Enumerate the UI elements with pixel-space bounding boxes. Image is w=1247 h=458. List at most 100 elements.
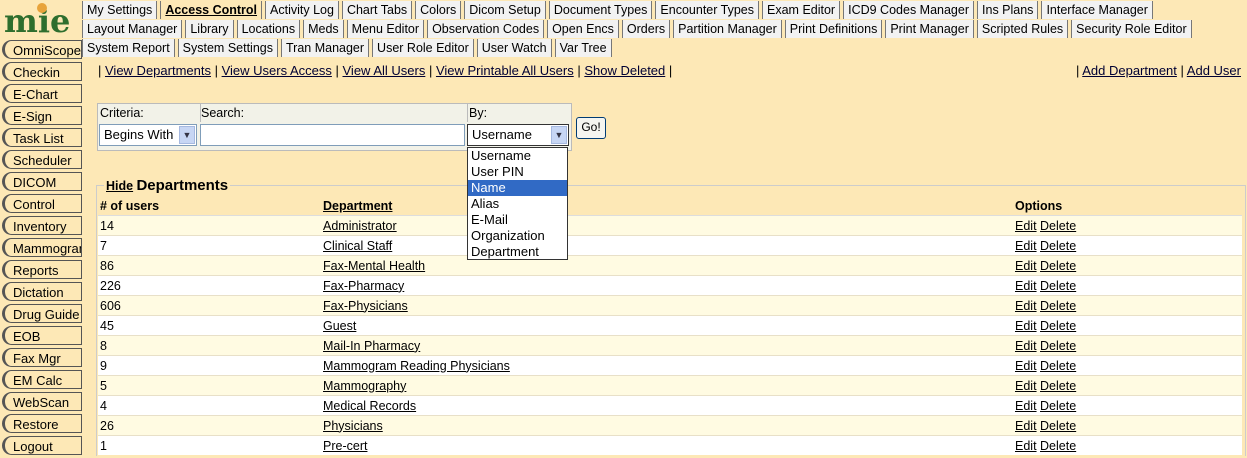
tab-meds[interactable]: Meds xyxy=(303,20,344,38)
delete-link[interactable]: Delete xyxy=(1040,219,1076,233)
delete-link[interactable]: Delete xyxy=(1040,299,1076,313)
delete-link[interactable]: Delete xyxy=(1040,359,1076,373)
criteria-select[interactable]: Begins With ▼ xyxy=(99,124,197,146)
tab-document-types[interactable]: Document Types xyxy=(548,1,653,19)
delete-link[interactable]: Delete xyxy=(1040,279,1076,293)
edit-link[interactable]: Edit xyxy=(1015,339,1037,353)
by-option-alias[interactable]: Alias xyxy=(468,196,567,212)
tab-chart-tabs[interactable]: Chart Tabs xyxy=(341,1,413,19)
tab-orders[interactable]: Orders xyxy=(621,20,671,38)
by-select[interactable]: Username ▼ xyxy=(467,124,569,146)
view-printable-all-users-link[interactable]: View Printable All Users xyxy=(436,63,574,78)
view-all-users-link[interactable]: View All Users xyxy=(343,63,426,78)
by-option-username[interactable]: Username xyxy=(468,148,567,164)
department-link[interactable]: Physicians xyxy=(323,419,383,433)
department-link[interactable]: Mammography xyxy=(323,379,406,393)
tab-access-control[interactable]: Access Control xyxy=(160,1,263,19)
tab-observation-codes[interactable]: Observation Codes xyxy=(427,20,545,38)
tab-icd9-codes-manager[interactable]: ICD9 Codes Manager xyxy=(843,1,975,19)
tab-user-role-editor[interactable]: User Role Editor xyxy=(372,39,474,57)
edit-link[interactable]: Edit xyxy=(1015,439,1037,453)
sidebar-item-logout[interactable]: Logout xyxy=(2,436,82,455)
tab-dicom-setup[interactable]: Dicom Setup xyxy=(464,1,546,19)
sidebar-item-mammogram[interactable]: Mammogram xyxy=(2,238,82,257)
department-link[interactable]: Clinical Staff xyxy=(323,239,392,253)
sidebar-item-webscan[interactable]: WebScan xyxy=(2,392,82,411)
tab-colors[interactable]: Colors xyxy=(415,1,462,19)
hide-departments-link[interactable]: Hide xyxy=(106,179,133,193)
delete-link[interactable]: Delete xyxy=(1040,259,1076,273)
tab-tran-manager[interactable]: Tran Manager xyxy=(281,39,370,57)
search-input[interactable] xyxy=(200,124,465,146)
tab-system-settings[interactable]: System Settings xyxy=(177,39,278,57)
tab-system-report[interactable]: System Report xyxy=(82,39,175,57)
tab-print-definitions[interactable]: Print Definitions xyxy=(784,20,883,38)
col-department[interactable]: Department xyxy=(321,196,1013,216)
tab-partition-manager[interactable]: Partition Manager xyxy=(673,20,782,38)
department-link[interactable]: Medical Records xyxy=(323,399,416,413)
edit-link[interactable]: Edit xyxy=(1015,399,1037,413)
sidebar-item-checkin[interactable]: Checkin xyxy=(2,62,82,81)
by-option-department[interactable]: Department xyxy=(468,244,567,260)
sidebar-item-omniscope[interactable]: OmniScope xyxy=(2,40,82,59)
tab-encounter-types[interactable]: Encounter Types xyxy=(655,1,760,19)
edit-link[interactable]: Edit xyxy=(1015,319,1037,333)
sidebar-item-em-calc[interactable]: EM Calc xyxy=(2,370,82,389)
tab-scripted-rules[interactable]: Scripted Rules xyxy=(976,20,1069,38)
sidebar-item-eob[interactable]: EOB xyxy=(2,326,82,345)
edit-link[interactable]: Edit xyxy=(1015,219,1037,233)
by-option-name[interactable]: Name xyxy=(468,180,567,196)
tab-locations[interactable]: Locations xyxy=(236,20,301,38)
tab-print-manager[interactable]: Print Manager xyxy=(885,20,974,38)
tab-interface-manager[interactable]: Interface Manager xyxy=(1041,1,1153,19)
sidebar-item-e-chart[interactable]: E-Chart xyxy=(2,84,82,103)
add-department-link[interactable]: Add Department xyxy=(1082,63,1177,78)
sidebar-item-scheduler[interactable]: Scheduler xyxy=(2,150,82,169)
sidebar-item-fax-mgr[interactable]: Fax Mgr xyxy=(2,348,82,367)
by-option-e-mail[interactable]: E-Mail xyxy=(468,212,567,228)
department-link[interactable]: Fax-Physicians xyxy=(323,299,408,313)
department-link[interactable]: Fax-Mental Health xyxy=(323,259,425,273)
tab-layout-manager[interactable]: Layout Manager xyxy=(82,20,183,38)
department-link[interactable]: Fax-Pharmacy xyxy=(323,279,404,293)
department-link[interactable]: Pre-cert xyxy=(323,439,367,453)
by-option-organization[interactable]: Organization xyxy=(468,228,567,244)
delete-link[interactable]: Delete xyxy=(1040,319,1076,333)
tab-var-tree[interactable]: Var Tree xyxy=(554,39,612,57)
edit-link[interactable]: Edit xyxy=(1015,259,1037,273)
edit-link[interactable]: Edit xyxy=(1015,419,1037,433)
department-link[interactable]: Mammogram Reading Physicians xyxy=(323,359,510,373)
delete-link[interactable]: Delete xyxy=(1040,239,1076,253)
tab-exam-editor[interactable]: Exam Editor xyxy=(762,1,841,19)
tab-ins-plans[interactable]: Ins Plans xyxy=(977,1,1039,19)
tab-my-settings[interactable]: My Settings xyxy=(82,1,158,19)
tab-open-encs[interactable]: Open Encs xyxy=(547,20,619,38)
delete-link[interactable]: Delete xyxy=(1040,419,1076,433)
sidebar-item-e-sign[interactable]: E-Sign xyxy=(2,106,82,125)
tab-activity-log[interactable]: Activity Log xyxy=(265,1,339,19)
edit-link[interactable]: Edit xyxy=(1015,279,1037,293)
edit-link[interactable]: Edit xyxy=(1015,379,1037,393)
sidebar-item-control[interactable]: Control xyxy=(2,194,82,213)
view-users-access-link[interactable]: View Users Access xyxy=(222,63,332,78)
edit-link[interactable]: Edit xyxy=(1015,359,1037,373)
delete-link[interactable]: Delete xyxy=(1040,339,1076,353)
delete-link[interactable]: Delete xyxy=(1040,439,1076,453)
department-link[interactable]: Administrator xyxy=(323,219,397,233)
show-deleted-link[interactable]: Show Deleted xyxy=(584,63,665,78)
sidebar-item-task-list[interactable]: Task List xyxy=(2,128,82,147)
sidebar-item-dictation[interactable]: Dictation xyxy=(2,282,82,301)
tab-user-watch[interactable]: User Watch xyxy=(476,39,552,57)
tab-library[interactable]: Library xyxy=(185,20,234,38)
by-option-user-pin[interactable]: User PIN xyxy=(468,164,567,180)
sidebar-item-drug-guide[interactable]: Drug Guide xyxy=(2,304,82,323)
sidebar-item-inventory[interactable]: Inventory xyxy=(2,216,82,235)
edit-link[interactable]: Edit xyxy=(1015,239,1037,253)
tab-menu-editor[interactable]: Menu Editor xyxy=(346,20,425,38)
sidebar-item-dicom[interactable]: DICOM xyxy=(2,172,82,191)
add-user-link[interactable]: Add User xyxy=(1187,63,1241,78)
sidebar-item-restore[interactable]: Restore xyxy=(2,414,82,433)
go-button[interactable]: Go! xyxy=(576,117,606,139)
view-departments-link[interactable]: View Departments xyxy=(105,63,211,78)
delete-link[interactable]: Delete xyxy=(1040,379,1076,393)
